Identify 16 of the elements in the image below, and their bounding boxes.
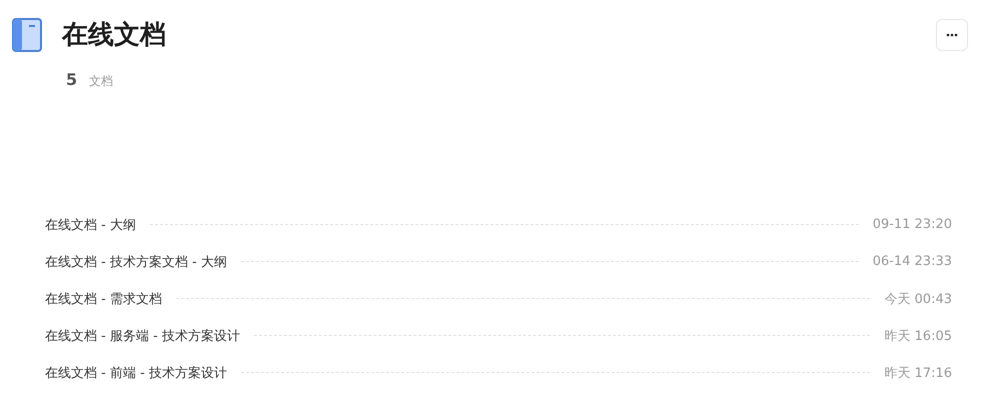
more-icon <box>946 33 958 37</box>
book-icon <box>12 18 42 52</box>
document-time: 昨天 16:05 <box>884 328 952 344</box>
document-time: 06-14 23:33 <box>872 254 952 269</box>
document-time: 今天 00:43 <box>884 290 952 308</box>
document-count: 5 <box>66 70 78 89</box>
document-link[interactable]: 在线文档 - 技术方案文档 - 大纲 <box>45 252 227 270</box>
count-label: 文档 <box>89 73 114 90</box>
document-time: 昨天 17:16 <box>884 364 952 382</box>
document-link[interactable]: 在线文档 - 前端 - 技术方案设计 <box>45 364 227 382</box>
document-link[interactable]: 在线文档 - 大纲 <box>45 216 136 234</box>
more-button[interactable] <box>936 19 968 51</box>
document-link[interactable]: 在线文档 - 需求文档 <box>45 290 162 308</box>
document-link[interactable]: 在线文档 - 服务端 - 技术方案设计 <box>45 326 240 344</box>
document-time: 09-11 23:20 <box>872 217 952 232</box>
page-title: 在线文档 <box>62 19 167 52</box>
